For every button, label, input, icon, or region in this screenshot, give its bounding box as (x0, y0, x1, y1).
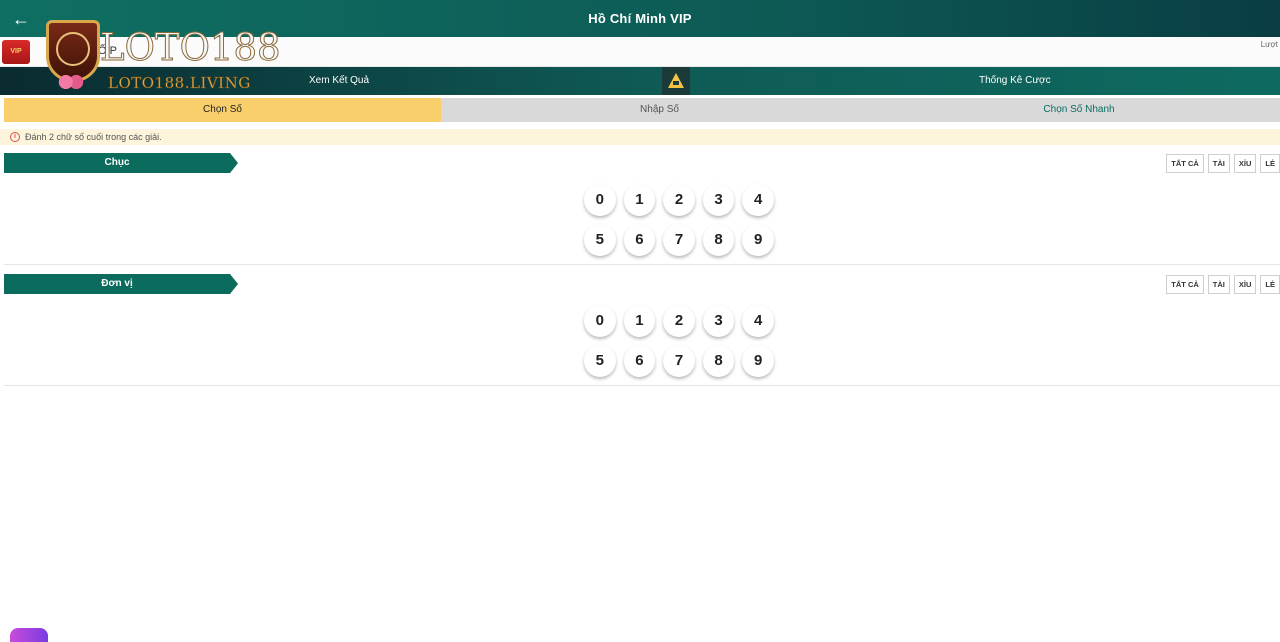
number-ball[interactable]: 3 (702, 184, 735, 216)
number-ball[interactable]: 3 (702, 305, 735, 337)
number-ball[interactable]: 7 (663, 345, 695, 377)
number-ball[interactable]: 9 (742, 224, 774, 256)
number-ball[interactable]: 1 (623, 184, 656, 216)
rule-notice: i Đánh 2 chữ số cuối trong các giải. (0, 129, 1280, 145)
number-ball[interactable]: 2 (663, 184, 695, 216)
number-ball[interactable]: 1 (623, 305, 656, 337)
number-ball[interactable]: 0 (584, 305, 616, 337)
number-ball[interactable]: 5 (584, 224, 616, 256)
number-ball[interactable]: 7 (663, 224, 695, 256)
number-grid: 0 1 2 3 4 5 6 7 8 9 (584, 305, 774, 385)
number-row: 0 1 2 3 4 (584, 305, 774, 337)
lotus-emblem-icon (56, 32, 90, 66)
number-ball[interactable]: 6 (623, 224, 656, 256)
number-ball[interactable]: 0 (584, 184, 616, 216)
tab-nhap-so[interactable]: Nhập Số (441, 98, 878, 122)
number-ball[interactable]: 9 (742, 345, 774, 377)
select-odd-button[interactable]: LẺ (1260, 275, 1280, 294)
number-ball[interactable]: 4 (742, 184, 774, 216)
brand-website: LOTO188.LIVING (108, 74, 251, 93)
number-ball[interactable]: 4 (742, 305, 774, 337)
units-digit-section: Đơn vị TẤT CẢ TÀI XỈU LẺ 0 1 2 3 4 5 6 7… (4, 273, 1280, 386)
select-small-button[interactable]: XỈU (1233, 154, 1257, 173)
select-odd-button[interactable]: LẺ (1260, 154, 1280, 173)
rule-notice-text: Đánh 2 chữ số cuối trong các giải. (25, 132, 162, 142)
number-row: 0 1 2 3 4 (584, 184, 774, 216)
brand-logo: VIP LOTO188 LOTO188.LIVING (0, 8, 281, 94)
number-ball[interactable]: 5 (584, 345, 616, 377)
number-ball[interactable]: 2 (663, 305, 695, 337)
vip-badge-icon: VIP (2, 40, 30, 64)
tab-chon-so-nhanh[interactable]: Chọn Số Nhanh (878, 98, 1280, 122)
warning-triangle-icon[interactable] (662, 67, 690, 95)
section-title-units: Đơn vị (4, 274, 238, 294)
number-grid: 0 1 2 3 4 5 6 7 8 9 (584, 184, 774, 264)
number-ball[interactable]: 8 (702, 224, 735, 256)
section-title-tens: Chục (4, 153, 238, 173)
view-results-link[interactable]: Xem Kết Quả (309, 75, 369, 86)
select-big-button[interactable]: TÀI (1207, 275, 1230, 294)
number-ball[interactable]: 6 (623, 345, 656, 377)
select-all-button[interactable]: TẤT CẢ (1166, 154, 1204, 173)
number-ball[interactable]: 8 (702, 345, 735, 377)
brand-wordmark: LOTO188 (100, 26, 282, 69)
number-row: 5 6 7 8 9 (584, 224, 774, 256)
quick-filters: TẤT CẢ TÀI XỈU LẺ (1166, 154, 1280, 173)
select-big-button[interactable]: TÀI (1207, 154, 1230, 173)
sub-bar-right-text: Lượt (1260, 40, 1278, 49)
quick-filters: TẤT CẢ TÀI XỈU LẺ (1166, 275, 1280, 294)
select-all-button[interactable]: TẤT CẢ (1166, 275, 1204, 294)
tab-chon-so[interactable]: Chọn Số (4, 98, 441, 122)
number-row: 5 6 7 8 9 (584, 345, 774, 377)
select-small-button[interactable]: XỈU (1233, 275, 1257, 294)
bet-statistics-link[interactable]: Thống Kê Cược (979, 75, 1051, 86)
bet-mode-tabs: Chọn Số Nhập Số Chọn Số Nhanh (4, 98, 1280, 122)
info-icon: i (10, 132, 20, 142)
flower-decoration-icon (58, 74, 84, 90)
tens-digit-section: Chục TẤT CẢ TÀI XỈU LẺ 0 1 2 3 4 5 6 7 8… (4, 152, 1280, 265)
